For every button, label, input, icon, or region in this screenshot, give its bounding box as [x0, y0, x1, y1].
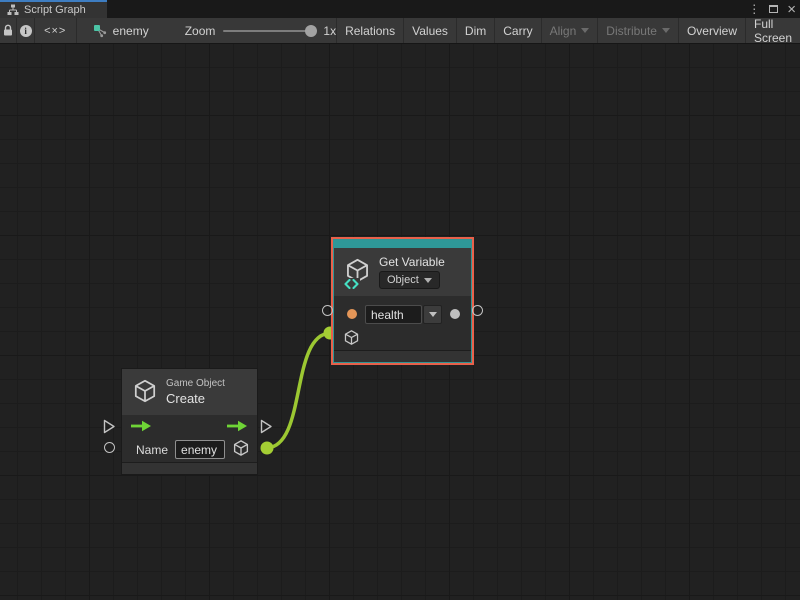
- carry-button[interactable]: Carry: [495, 18, 541, 43]
- window-controls: ⋮ ×: [748, 0, 796, 18]
- chevron-down-icon: [662, 28, 670, 33]
- graph-asset-icon: [93, 24, 107, 38]
- chevron-down-icon: [429, 312, 437, 317]
- graph-hierarchy-icon: [7, 4, 19, 16]
- flow-ports-row: [122, 415, 257, 437]
- close-icon[interactable]: ×: [787, 2, 796, 17]
- wire-source-port[interactable]: [261, 442, 274, 455]
- breadcrumb[interactable]: enemy: [77, 18, 149, 43]
- chevron-down-icon: [424, 278, 432, 283]
- name-value-port[interactable]: [347, 309, 357, 319]
- node-footer: [122, 462, 257, 474]
- node-category: Game Object: [166, 378, 225, 389]
- game-object-cube-icon: [132, 378, 158, 407]
- align-dropdown-button[interactable]: Align: [542, 18, 599, 43]
- zoom-label: Zoom: [185, 24, 216, 38]
- info-icon: i: [20, 25, 32, 37]
- lock-button[interactable]: [0, 18, 17, 43]
- flow-output-arrow-icon[interactable]: [227, 420, 248, 432]
- value-output-port[interactable]: [450, 309, 460, 319]
- variable-node-accent-bar: [334, 240, 471, 248]
- external-flow-output-port[interactable]: [260, 419, 273, 434]
- node-footer: [334, 350, 471, 362]
- get-variable-header[interactable]: Get Variable Object: [334, 248, 471, 296]
- node-get-variable[interactable]: Get Variable Object: [333, 239, 472, 363]
- toolbar-buttons: Relations Values Dim Carry Align Distrib…: [336, 18, 800, 43]
- node-title: Create: [166, 391, 225, 406]
- variable-picker-dropdown[interactable]: [423, 305, 442, 324]
- param-label: Name: [136, 443, 168, 457]
- name-input-field[interactable]: [175, 440, 225, 459]
- maximize-icon[interactable]: [769, 5, 778, 13]
- values-button[interactable]: Values: [404, 18, 457, 43]
- overview-button[interactable]: Overview: [679, 18, 746, 43]
- zoom-value: 1x: [323, 24, 336, 38]
- get-variable-body: [334, 296, 471, 350]
- variable-name-field[interactable]: [365, 305, 422, 324]
- code-brackets-icon: [343, 278, 360, 289]
- tab-script-graph[interactable]: Script Graph: [0, 0, 107, 18]
- zoom-slider-handle[interactable]: [305, 25, 317, 37]
- zoom-slider[interactable]: [223, 30, 315, 32]
- node-title: Get Variable: [379, 255, 445, 269]
- dim-button[interactable]: Dim: [457, 18, 495, 43]
- relations-button[interactable]: Relations: [336, 18, 404, 43]
- chevron-down-icon: [581, 28, 589, 33]
- external-output-port[interactable]: [472, 305, 483, 316]
- graph-toolbar: i <×> enemy Zoom 1x Relations Values Dim: [0, 18, 800, 44]
- node-create-game-object[interactable]: Game Object Create: [121, 368, 258, 475]
- code-icon: <×>: [44, 25, 66, 37]
- graph-name: enemy: [113, 24, 149, 38]
- graph-canvas[interactable]: Get Variable Object: [0, 44, 800, 600]
- variable-scope-dropdown[interactable]: Object: [379, 271, 440, 289]
- tab-label: Script Graph: [24, 4, 86, 16]
- title-bar: Script Graph ⋮ ×: [0, 0, 800, 18]
- create-header[interactable]: Game Object Create: [122, 369, 257, 415]
- lock-icon: [2, 24, 14, 37]
- external-flow-input-port[interactable]: [103, 419, 116, 434]
- variable-cube-icon: [344, 257, 371, 287]
- full-screen-button[interactable]: Full Screen: [746, 18, 800, 43]
- game-object-output-cube-icon[interactable]: [232, 439, 250, 460]
- info-button[interactable]: i: [17, 18, 34, 43]
- external-value-input-port[interactable]: [104, 442, 115, 453]
- distribute-dropdown-button[interactable]: Distribute: [598, 18, 679, 43]
- code-preview-button[interactable]: <×>: [35, 18, 77, 43]
- script-graph-window: Script Graph ⋮ × i <×>: [0, 0, 800, 600]
- object-input-cube-icon[interactable]: [343, 329, 360, 349]
- zoom-control: Zoom 1x: [149, 18, 336, 43]
- name-parameter-row: Name: [122, 437, 257, 462]
- flow-input-arrow-icon[interactable]: [131, 420, 152, 432]
- external-input-port[interactable]: [322, 305, 333, 316]
- window-menu-icon[interactable]: ⋮: [748, 3, 760, 15]
